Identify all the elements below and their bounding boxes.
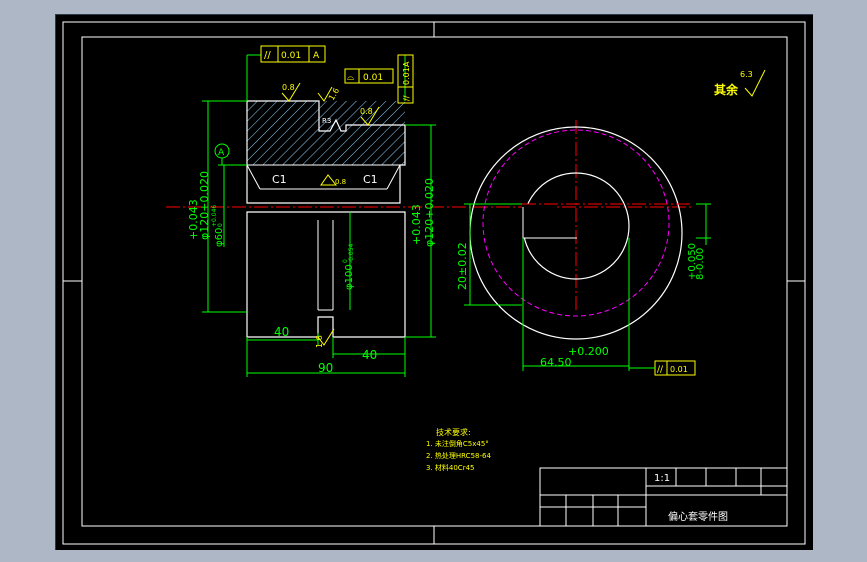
dim-bore-left-tol-lower: 0 (217, 223, 224, 227)
roughness-bottom-value: 1.6 (315, 335, 324, 348)
dim-bore-left-nominal: φ60 (214, 228, 225, 247)
tech-req-item-2: 2. 热处理HRC58-64 (426, 451, 491, 460)
tol-vertical-value: 0.01 (402, 67, 411, 85)
tol-upper-value: 0.01 (363, 73, 383, 83)
dim-offset: 20±0.02 (456, 242, 469, 290)
tol-right-symbol: // (657, 365, 664, 375)
roughness-general-label: 其余 (714, 82, 739, 97)
dim-length-total: 90 (318, 361, 333, 375)
roughness-bore-value: 0.8 (335, 178, 346, 186)
drawing-paper[interactable]: C1 C1 R3 0.8 +0.043 φ120+0.020 φ60 +0.04… (55, 14, 813, 550)
undercut-label: R3 (322, 117, 331, 125)
tol-frame-vertical[interactable]: 0.01 // A (397, 54, 414, 104)
tol-frame-upper[interactable]: ⌓ 0.01 (344, 68, 394, 84)
dim-key-vertical-tol: +0.050 (687, 243, 698, 280)
section-view: C1 C1 R3 0.8 (246, 100, 406, 338)
roughness-top-right-value: 0.8 (360, 107, 373, 116)
dim-hub-tol-lower: -0.054 (348, 243, 355, 263)
title-block-name: 偏心套零件图 (668, 510, 728, 523)
tech-req-item-1: 1. 未注倒角C5x45° (426, 439, 489, 448)
chamfer-left-label: C1 (272, 173, 287, 186)
roughness-top-left-value: 0.8 (282, 83, 295, 92)
tol-frame-top[interactable]: // 0.01 A (260, 45, 326, 63)
technical-requirements: 技术要求: 1. 未注倒角C5x45° 2. 热处理HRC58-64 3. 材料… (426, 427, 491, 472)
datum-label: A (218, 148, 225, 158)
chamfer-right-line (386, 164, 401, 190)
dim-outer-right-nominal: φ120+0.020 (423, 178, 436, 247)
roughness-slot-value: 1.6 (327, 86, 341, 102)
keyway-cut (522, 204, 555, 238)
tol-frame-right[interactable]: // 0.01 (629, 360, 696, 376)
tol-top-value: 0.01 (281, 51, 301, 61)
tech-req-item-3: 3. 材料40Cr45 (426, 463, 474, 472)
cad-viewer: C1 C1 R3 0.8 +0.043 φ120+0.020 φ60 +0.04… (0, 0, 867, 562)
tol-vertical-symbol: // (402, 95, 411, 101)
tech-req-title: 技术要求: (436, 427, 471, 437)
roughness-general-value: 6.3 (740, 70, 753, 79)
tol-right-value: 0.01 (670, 365, 688, 374)
dim-length-right: 40 (362, 348, 377, 362)
end-view (469, 126, 690, 340)
dim-length-left: 40 (274, 325, 289, 339)
tol-top-datum: A (313, 51, 320, 61)
dim-keyway-tol: +0.200 (568, 345, 609, 358)
tol-vertical-datum: A (402, 61, 411, 67)
title-block-scale: 1:1 (654, 473, 670, 484)
pitch-circle (482, 129, 670, 317)
dim-hub-nominal: φ100 (344, 264, 355, 290)
chamfer-right-label: C1 (363, 173, 378, 186)
dimension-texts: +0.043 φ120+0.020 φ60 +0.046 0 +0.043 φ1… (187, 171, 706, 375)
dim-outer-right-tol: +0.043 (410, 204, 423, 245)
chamfer-left-line (246, 164, 261, 190)
roughness-bore-icon (320, 174, 338, 186)
drawing-svg: C1 C1 R3 0.8 +0.043 φ120+0.020 φ60 +0.04… (62, 21, 806, 545)
dim-keyway-width: 64.50 (540, 356, 572, 369)
dim-outer-left-nominal: φ120+0.020 (198, 171, 211, 240)
tol-top-symbol: // (264, 50, 271, 61)
tol-upper-symbol: ⌓ (347, 73, 354, 83)
body-outline-bottom (246, 211, 406, 338)
hatch-area (247, 101, 405, 165)
